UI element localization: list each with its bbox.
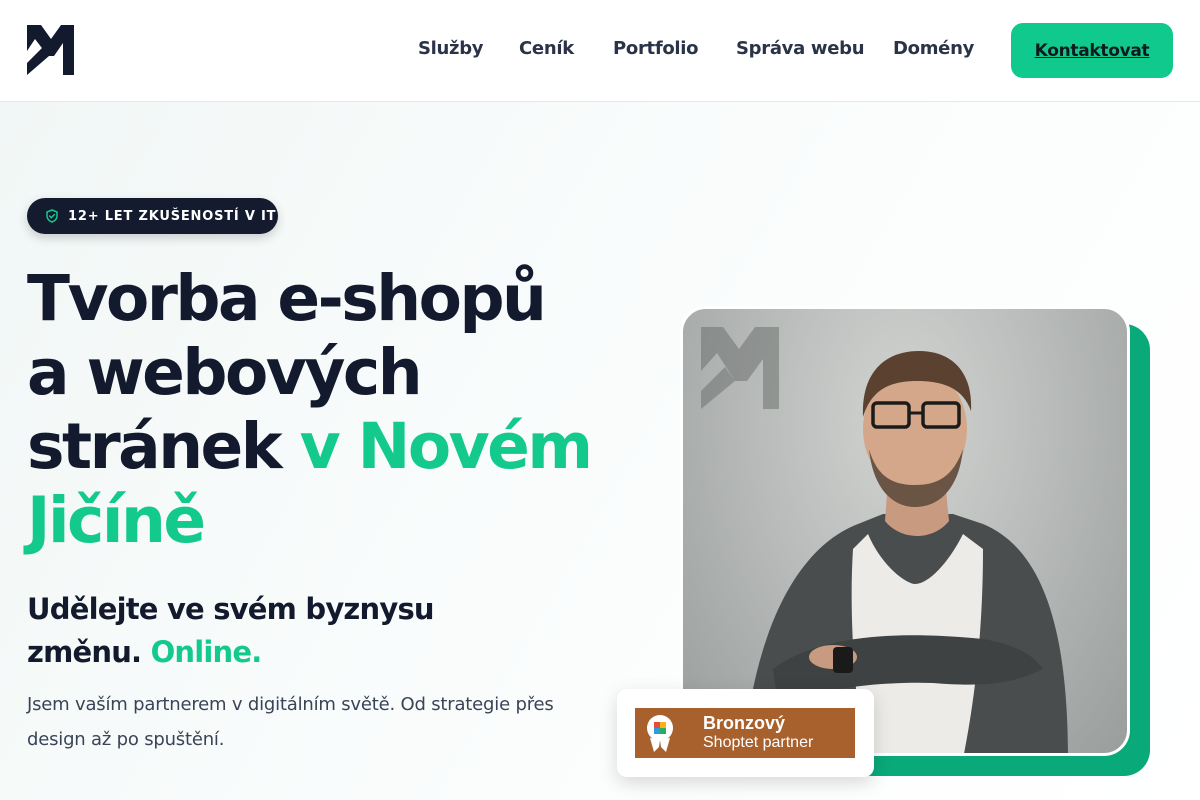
hero-lead-line-1: Jsem vaším partnerem v digitálním světě.… xyxy=(27,694,554,715)
shoptet-partner-icon xyxy=(647,715,673,752)
hero-subtitle-accent: Online. xyxy=(150,635,263,669)
shoptet-partner-card: Bronzový Shoptet partner xyxy=(617,689,874,777)
shield-check-icon xyxy=(46,209,58,223)
hero-title-line-3-accent: v Novém xyxy=(299,410,593,483)
site-header: Služby Ceník Portfolio Správa webu Domén… xyxy=(0,0,1200,102)
watermark-logo-icon xyxy=(701,327,779,409)
hero-title: Tvorba e-shopů a webových stránek v Nové… xyxy=(27,262,593,558)
nav-link-sluzby[interactable]: Služby xyxy=(418,38,484,59)
partner-level: Bronzový xyxy=(703,713,786,733)
experience-badge: 12+ LET ZKUŠENOSTÍ V IT xyxy=(27,198,278,234)
hero-title-line-3-dark: stránek xyxy=(27,410,300,483)
shoptet-partner-badge: Bronzový Shoptet partner xyxy=(635,708,855,758)
partner-name: Shoptet partner xyxy=(703,734,814,751)
hero-subtitle-line-2-dark: změnu. xyxy=(27,635,151,669)
hero-title-line-2: a webových xyxy=(27,336,423,409)
nav-link-cenik[interactable]: Ceník xyxy=(519,38,574,59)
nav-link-portfolio[interactable]: Portfolio xyxy=(613,38,699,59)
hero-title-line-1: Tvorba e-shopů xyxy=(27,262,547,335)
hero-title-line-4: Jičíně xyxy=(27,484,206,557)
hero-subtitle: Udělejte ve svém byznysu změnu. Online. xyxy=(27,588,547,674)
contact-button[interactable]: Kontaktovat xyxy=(1011,23,1173,78)
hero-lead: Jsem vaším partnerem v digitálním světě.… xyxy=(27,687,587,757)
hero-subtitle-line-1: Udělejte ve svém byznysu xyxy=(27,592,435,626)
hero-lead-line-2: design až po spuštění. xyxy=(27,729,225,750)
nav-link-sprava-webu[interactable]: Správa webu xyxy=(736,38,865,59)
badge-text: 12+ LET ZKUŠENOSTÍ V IT xyxy=(68,208,277,224)
hero-subtitle-line-2: změnu. Online. xyxy=(27,631,547,674)
nav-link-domeny[interactable]: Domény xyxy=(893,38,974,59)
hero-title-line-3: stránek v Novém xyxy=(27,410,593,484)
hero-section: 12+ LET ZKUŠENOSTÍ V IT Tvorba e-shopů a… xyxy=(0,102,1200,800)
